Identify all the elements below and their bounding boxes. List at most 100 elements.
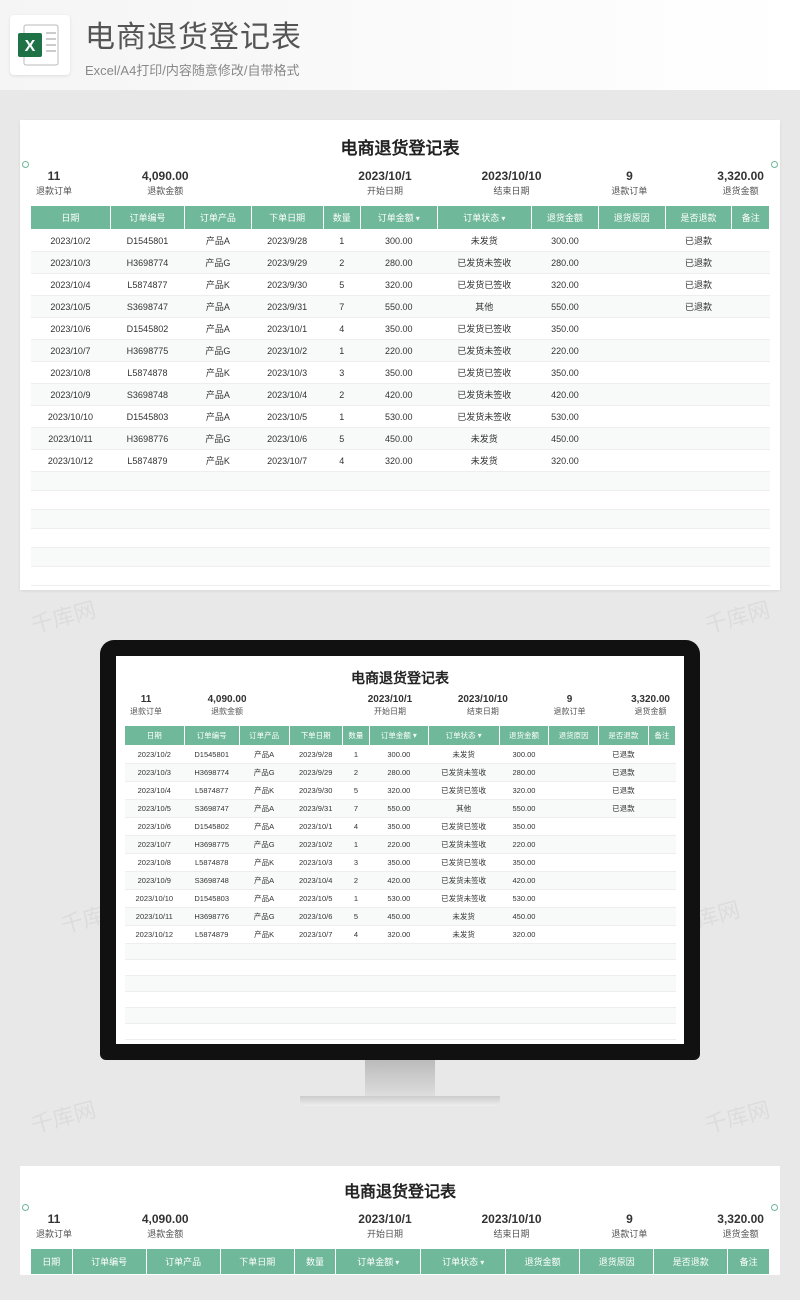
column-header[interactable]: 订单金额 [336,1249,421,1275]
table-cell [599,872,649,890]
table-cell [549,746,599,764]
table-cell: 已退款 [665,252,732,274]
column-header[interactable]: 退货原因 [580,1249,654,1275]
table-cell [549,764,599,782]
column-header[interactable]: 订单状态 [421,1249,506,1275]
summary-label: 开始日期 [358,1227,411,1240]
column-header[interactable]: 订单状态 [428,726,499,746]
table-cell: 3 [323,362,360,384]
table-row: 2023/10/4L5874877产品K2023/9/305320.00已发货已… [125,782,676,800]
table-cell: 产品A [239,818,289,836]
table-cell [599,926,649,944]
table-cell: L5874878 [184,854,239,872]
table-cell: 未发货 [428,746,499,764]
column-header[interactable]: 下单日期 [220,1249,294,1275]
table-cell: 已发货未签收 [428,764,499,782]
summary-value: 3,320.00 [717,169,764,183]
column-header[interactable]: 订单产品 [146,1249,220,1275]
table-cell: 已发货已签收 [437,362,531,384]
table-cell: 320.00 [532,450,599,472]
column-header[interactable]: 日期 [125,726,185,746]
column-header[interactable]: 退货金额 [506,1249,580,1275]
return-table: 日期订单编号订单产品下单日期数量订单金额订单状态退货金额退货原因是否退款备注 2… [124,725,676,1040]
sheet-title: 电商退货登记表 [124,668,676,688]
table-cell [665,428,732,450]
sheet-preview-cropped: 电商退货登记表 11退款订单4,090.00退款金额2023/10/1开始日期2… [20,1166,780,1275]
table-cell: 2 [323,384,360,406]
table-cell: 420.00 [499,872,549,890]
column-header[interactable]: 订单编号 [184,726,239,746]
watermark: 千库网 [27,1092,99,1140]
table-row [125,992,676,1008]
table-row [125,1008,676,1024]
summary-value: 3,320.00 [717,1212,764,1226]
column-header[interactable]: 订单编号 [72,1249,146,1275]
column-header[interactable]: 订单编号 [110,206,184,230]
table-cell [732,428,770,450]
table-row [31,529,770,548]
table-cell: 1 [342,890,369,908]
column-header[interactable]: 备注 [728,1249,770,1275]
summary-value: 9 [611,1212,647,1226]
column-header[interactable]: 下单日期 [289,726,342,746]
column-header[interactable]: 订单产品 [239,726,289,746]
column-header[interactable]: 订单金额 [369,726,428,746]
table-cell [648,872,675,890]
summary-label: 退货金额 [631,706,670,717]
table-cell: 300.00 [532,230,599,252]
table-cell: 7 [342,800,369,818]
table-cell: 产品G [239,764,289,782]
column-header[interactable]: 订单金额 [361,206,438,230]
column-header[interactable]: 日期 [31,1249,73,1275]
column-header[interactable]: 备注 [732,206,770,230]
column-header[interactable]: 备注 [648,726,675,746]
summary-label: 开始日期 [368,706,413,717]
table-row: 2023/10/5S3698747产品A2023/9/317550.00其他55… [125,800,676,818]
table-cell: 2023/9/28 [289,746,342,764]
table-cell: 530.00 [369,890,428,908]
table-cell: 2023/10/2 [251,340,323,362]
table-cell: D1545801 [184,746,239,764]
table-cell [549,818,599,836]
summary-value: 9 [553,694,585,705]
table-cell [598,274,665,296]
table-cell [732,230,770,252]
table-cell: S3698747 [110,296,184,318]
summary-label: 退款订单 [130,706,162,717]
table-cell [732,274,770,296]
table-cell: 420.00 [361,384,438,406]
column-header[interactable]: 是否退款 [599,726,649,746]
table-cell: 2023/10/11 [31,428,111,450]
column-header[interactable]: 数量 [323,206,360,230]
column-header[interactable]: 退货金额 [499,726,549,746]
table-cell: 2023/10/2 [31,230,111,252]
column-header[interactable]: 下单日期 [251,206,323,230]
column-header[interactable]: 退货原因 [598,206,665,230]
table-cell: 2023/10/7 [251,450,323,472]
column-header[interactable]: 日期 [31,206,111,230]
table-cell: 2023/10/1 [289,818,342,836]
table-cell: 4 [323,318,360,340]
summary-cell: 2023/10/10结束日期 [482,1212,542,1240]
column-header[interactable]: 退货金额 [532,206,599,230]
column-header[interactable]: 是否退款 [654,1249,728,1275]
column-header[interactable]: 订单产品 [185,206,252,230]
column-header[interactable]: 数量 [342,726,369,746]
table-cell: 产品G [185,252,252,274]
table-row: 2023/10/3H3698774产品G2023/9/292280.00已发货未… [31,252,770,274]
table-cell: 2023/10/1 [251,318,323,340]
table-cell: 已发货未签收 [437,252,531,274]
summary-row: 11退款订单4,090.00退款金额2023/10/1开始日期2023/10/1… [30,1212,770,1248]
table-cell: 350.00 [499,854,549,872]
summary-label: 结束日期 [482,184,542,197]
table-cell: L5874879 [184,926,239,944]
table-cell: L5874879 [110,450,184,472]
table-cell [598,428,665,450]
column-header[interactable]: 退货原因 [549,726,599,746]
table-row: 2023/10/6D1545802产品A2023/10/14350.00已发货已… [125,818,676,836]
table-cell: L5874877 [184,782,239,800]
column-header[interactable]: 数量 [294,1249,336,1275]
column-header[interactable]: 订单状态 [437,206,531,230]
column-header[interactable]: 是否退款 [665,206,732,230]
table-cell: 450.00 [532,428,599,450]
